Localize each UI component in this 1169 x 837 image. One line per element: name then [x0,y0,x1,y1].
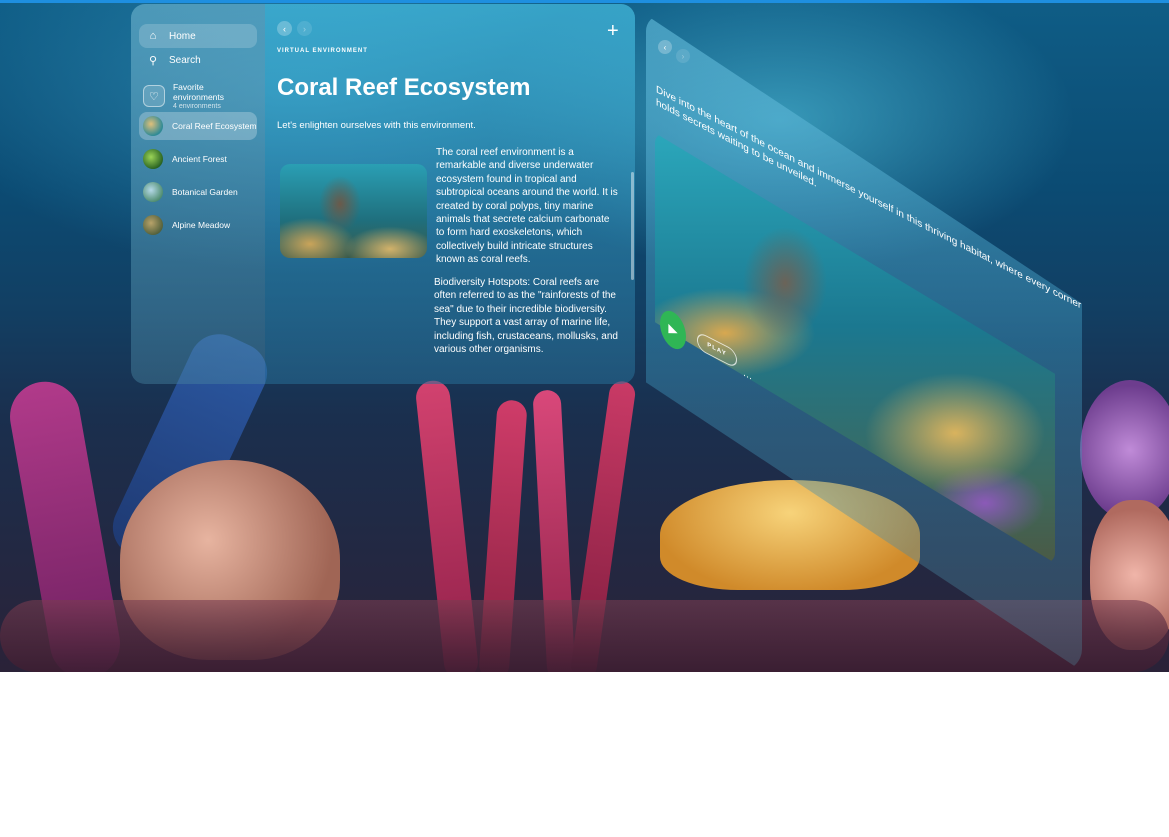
sidebar-item-label: Alpine Meadow [172,220,231,230]
sidebar-item-label: Botanical Garden [172,187,238,197]
sidebar-item-label: Search [169,54,201,66]
environment-thumbnail [143,215,163,235]
sidebar-item-search[interactable]: ⚲ Search [139,48,257,72]
forward-button[interactable]: › [297,21,312,36]
sidebar-item-label: Coral Reef Ecosystem [172,121,257,131]
environment-image [280,164,427,258]
page-subtitle: Let's enlighten ourselves with this envi… [277,120,476,131]
add-button[interactable]: + [607,21,619,41]
sidebar: ⌂ Home ⚲ Search ♡ Favorite environments … [131,4,265,384]
preview-back-button[interactable]: ‹ [658,40,672,54]
plus-icon: + [607,20,619,42]
sidebar-item-label: Ancient Forest [172,154,227,164]
chevron-left-icon: ‹ [663,42,667,52]
main-panel: ‹ › + VIRTUAL ENVIRONMENT Coral Reef Eco… [265,4,635,384]
environment-thumbnail [143,116,163,136]
top-accent-line [0,0,1169,3]
favorites-count: 4 environments [172,103,221,110]
description-paragraph: The coral reef environment is a remarkab… [436,147,618,266]
coral-reef-background: ⌂ Home ⚲ Search ♡ Favorite environments … [0,0,1169,672]
chevron-right-icon: › [303,23,306,34]
back-button[interactable]: ‹ [277,21,292,36]
sidebar-item-botanical-garden[interactable]: Botanical Garden [139,178,257,206]
heart-icon: ♡ [143,85,165,107]
sidebar-item-home[interactable]: ⌂ Home [139,24,257,48]
play-icon: ▶ [668,320,678,340]
home-icon: ⌂ [149,30,157,42]
environment-thumbnail [143,149,163,169]
search-icon: ⚲ [148,54,158,67]
coral-decoration [1080,380,1169,520]
chevron-left-icon: ‹ [283,23,286,34]
description-paragraph: Biodiversity Hotspots: Coral reefs are o… [434,277,618,356]
sidebar-item-ancient-forest[interactable]: Ancient Forest [139,145,257,173]
section-overline: VIRTUAL ENVIRONMENT [277,48,368,54]
sidebar-item-alpine-meadow[interactable]: Alpine Meadow [139,211,257,239]
favorites-title: Favorite environments [172,82,225,102]
preview-forward-button[interactable]: › [676,49,690,63]
sidebar-item-favorites[interactable]: ♡ Favorite environments 4 environments [139,80,257,112]
sidebar-item-label: Home [169,30,196,42]
page-title: Coral Reef Ecosystem [277,74,531,101]
scrollbar[interactable] [631,172,634,280]
environment-thumbnail [143,182,163,202]
sidebar-item-coral-reef[interactable]: Coral Reef Ecosystem [139,112,257,140]
chevron-right-icon: › [681,51,685,61]
